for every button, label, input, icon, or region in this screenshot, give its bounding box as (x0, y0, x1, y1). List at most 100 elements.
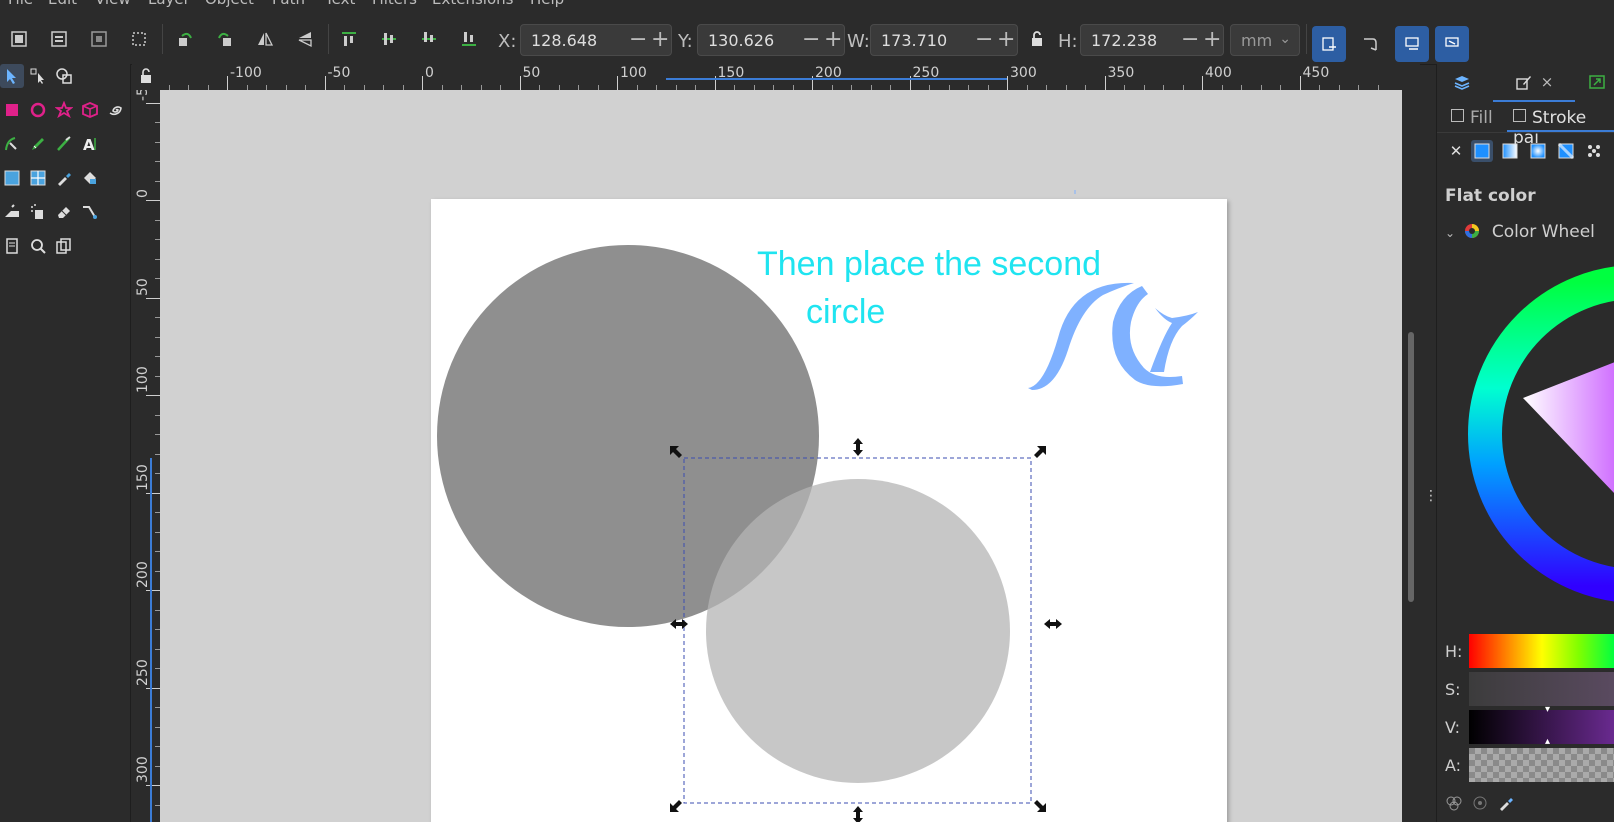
text-tool-icon[interactable]: A (78, 132, 102, 156)
hue-slider[interactable] (1469, 634, 1614, 668)
y-increment-button[interactable]: + (824, 27, 842, 52)
pattern-button[interactable] (1583, 140, 1605, 162)
width-decrement-button[interactable]: − (975, 27, 993, 52)
target-icon[interactable] (1471, 794, 1489, 812)
width-field[interactable]: 173.710 − + (870, 24, 1018, 56)
menu-edit[interactable]: Edit (48, 0, 77, 8)
menu-text[interactable]: Text (325, 0, 355, 8)
select-all-layers-icon[interactable] (48, 28, 70, 50)
eyedropper-icon[interactable] (1497, 794, 1515, 812)
menu-view[interactable]: View (95, 0, 131, 8)
handle-right-icon[interactable] (1044, 619, 1062, 629)
selector-tool-icon[interactable] (0, 64, 24, 88)
pages-tool-icon[interactable] (0, 234, 24, 258)
height-increment-button[interactable]: + (1203, 27, 1221, 52)
zoom-tool-icon[interactable] (26, 234, 50, 258)
alpha-slider[interactable] (1469, 748, 1614, 782)
deselect-icon[interactable] (88, 28, 110, 50)
horizontal-ruler[interactable]: -100 -50 0 50 100 150 200 250 300 350 400 450 (160, 64, 1402, 91)
vertical-ruler[interactable]: -50 0 50 100 150 200 250 300 (132, 90, 161, 822)
flip-vertical-icon[interactable] (294, 28, 316, 50)
tab-export[interactable] (1579, 64, 1614, 100)
y-value[interactable]: 130.626 (708, 31, 774, 50)
handle-top-right-icon[interactable] (1034, 446, 1046, 458)
fill-tab[interactable]: Fill (1451, 108, 1493, 128)
lower-to-bottom-icon[interactable] (458, 28, 480, 50)
bounding-box-icon[interactable] (128, 28, 150, 50)
lower-icon[interactable] (418, 28, 440, 50)
transform-patterns-button[interactable] (1435, 26, 1469, 62)
width-value[interactable]: 173.710 (881, 31, 947, 50)
raise-to-top-icon[interactable] (338, 28, 360, 50)
annotation-text-line1[interactable]: Then place the second (757, 245, 1101, 283)
color-wheel-expander[interactable]: ⌄ Color Wheel (1445, 222, 1595, 242)
tweak-tool-icon[interactable] (0, 200, 24, 224)
handle-bottom-icon[interactable] (853, 806, 863, 822)
spiral-tool-icon[interactable] (104, 98, 128, 122)
drawing-layer[interactable]: Then place the second circle (160, 90, 1402, 822)
rectangle-tool-icon[interactable] (0, 98, 24, 122)
rotate-cw-icon[interactable] (214, 28, 236, 50)
width-increment-button[interactable]: + (997, 27, 1015, 52)
raise-icon[interactable] (378, 28, 400, 50)
mesh-gradient-button[interactable] (1555, 140, 1577, 162)
wave-whale-logo[interactable] (1028, 282, 1198, 390)
pencil-tool-icon[interactable] (26, 132, 50, 156)
value-slider[interactable] (1469, 710, 1614, 744)
lock-guides-icon[interactable] (132, 64, 160, 90)
scale-corners-button[interactable] (1353, 26, 1387, 62)
calligraphy-tool-icon[interactable] (52, 132, 76, 156)
annotation-text-line2[interactable]: circle (806, 293, 885, 331)
height-value[interactable]: 172.238 (1091, 31, 1157, 50)
menu-object[interactable]: Object (205, 0, 254, 8)
color-wheel[interactable] (1437, 264, 1614, 614)
linear-gradient-button[interactable] (1499, 140, 1521, 162)
handle-top-icon[interactable] (853, 438, 863, 456)
gradient-tool-icon[interactable] (0, 166, 24, 190)
eraser-tool-icon[interactable] (52, 200, 76, 224)
flip-horizontal-icon[interactable] (254, 28, 276, 50)
x-field[interactable]: 128.648 − + (520, 24, 672, 56)
height-field[interactable]: 172.238 − + (1080, 24, 1224, 56)
x-increment-button[interactable]: + (651, 27, 669, 52)
canvas[interactable]: Then place the second circle (160, 90, 1402, 822)
ellipse-tool-icon[interactable] (26, 98, 50, 122)
height-decrement-button[interactable]: − (1181, 27, 1199, 52)
menu-layer[interactable]: Layer (148, 0, 190, 8)
menu-filters[interactable]: Filters (372, 0, 417, 8)
vertical-scrollbar-thumb[interactable] (1408, 332, 1414, 602)
lock-ratio-icon[interactable] (1026, 28, 1048, 50)
menu-path[interactable]: Path (272, 0, 305, 8)
x-decrement-button[interactable]: − (629, 27, 647, 52)
spray-tool-icon[interactable] (26, 200, 50, 224)
star-tool-icon[interactable] (52, 98, 76, 122)
menu-help[interactable]: Help (530, 0, 564, 8)
unit-value[interactable]: mm (1241, 31, 1272, 50)
color-mix-icon[interactable] (1445, 794, 1463, 812)
select-all-icon[interactable] (8, 28, 30, 50)
handle-bottom-left-icon[interactable] (670, 800, 682, 812)
menu-file[interactable]: File (8, 0, 33, 8)
rotate-ccw-icon[interactable] (174, 28, 196, 50)
radial-gradient-button[interactable] (1527, 140, 1549, 162)
tab-close-icon[interactable]: × (1541, 73, 1554, 91)
panel-resize-handle-icon[interactable]: ⋮ (1424, 488, 1438, 504)
connector-tool-icon[interactable] (78, 200, 102, 224)
shape-builder-tool-icon[interactable] (52, 64, 76, 88)
small-circle[interactable] (706, 479, 1010, 783)
mesh-tool-icon[interactable] (26, 166, 50, 190)
bezier-pen-tool-icon[interactable] (0, 132, 24, 156)
menu-extensions[interactable]: Extensions (432, 0, 513, 8)
3d-box-tool-icon[interactable] (78, 98, 102, 122)
unit-select[interactable]: mm ⌄ (1230, 24, 1300, 56)
scale-stroke-button[interactable] (1312, 26, 1346, 62)
tab-layers[interactable] (1437, 64, 1487, 100)
dropper-tool-icon[interactable] (52, 166, 76, 190)
handle-bottom-right-icon[interactable] (1034, 800, 1046, 812)
y-decrement-button[interactable]: − (802, 27, 820, 52)
saturation-value-triangle[interactable] (1523, 362, 1614, 494)
saturation-slider[interactable] (1469, 672, 1614, 706)
transform-gradients-button[interactable] (1395, 26, 1429, 62)
y-field[interactable]: 130.626 − + (697, 24, 845, 56)
measure-tool-icon[interactable] (52, 234, 76, 258)
